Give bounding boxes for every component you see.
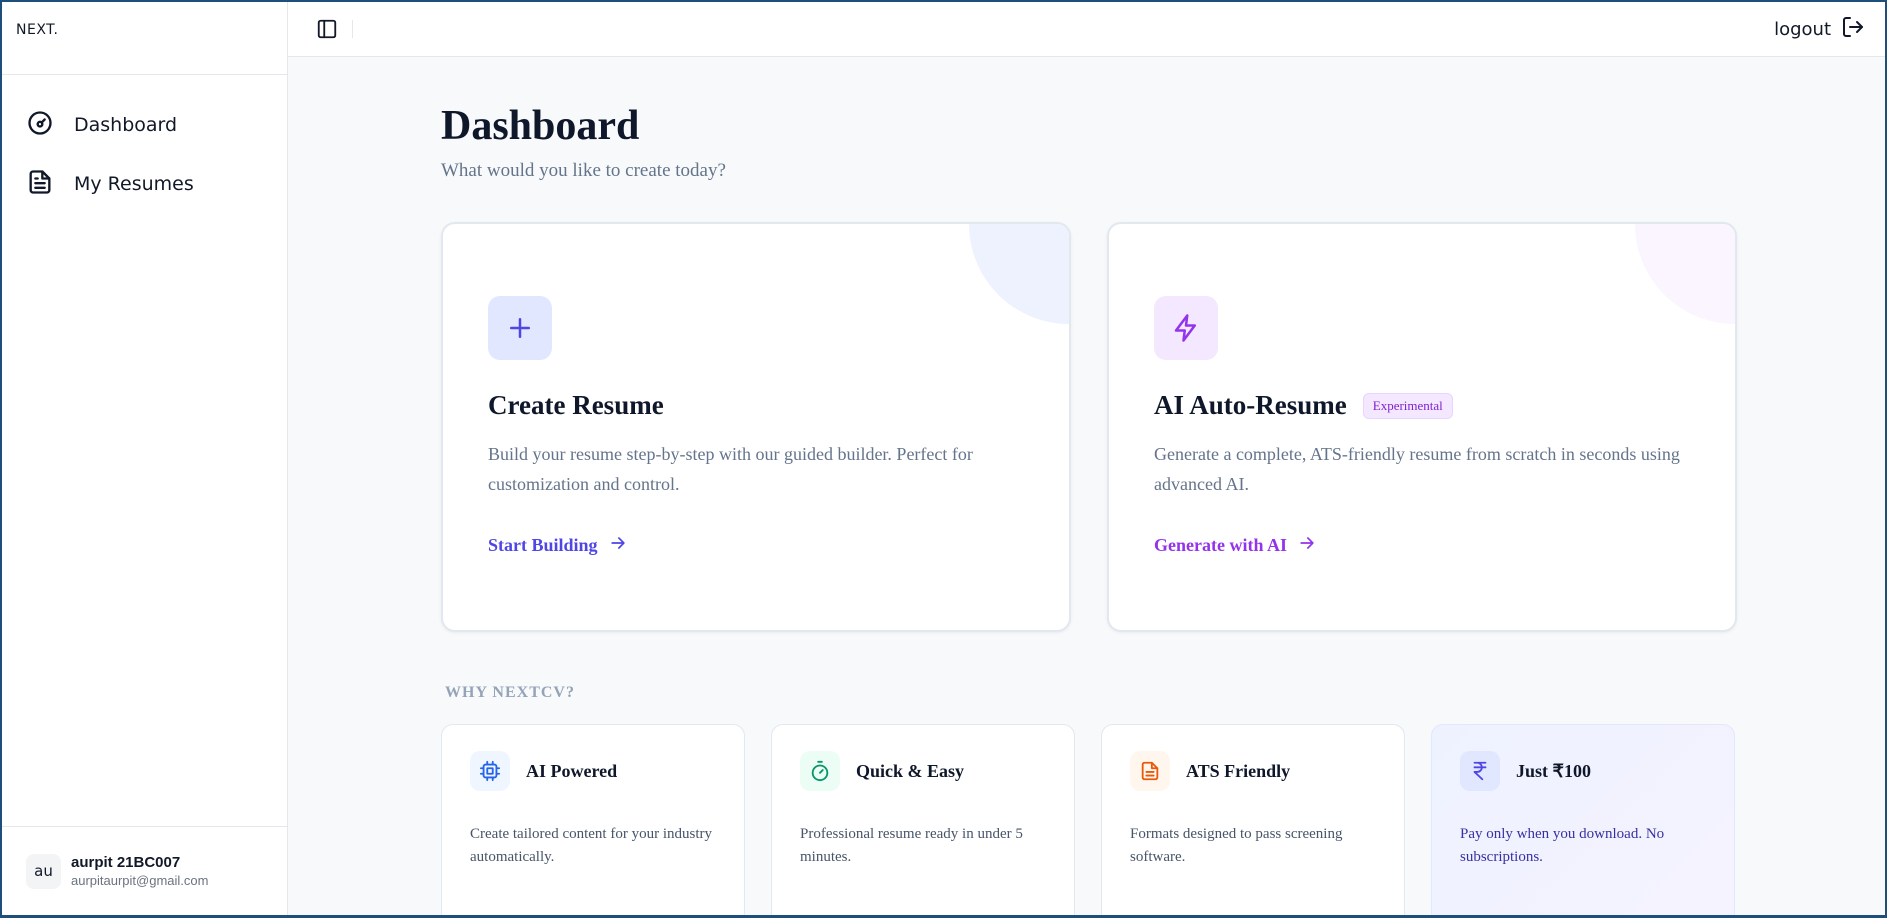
feature-description: Professional resume ready in under 5 min… <box>800 826 1023 865</box>
cpu-icon <box>470 751 510 791</box>
user-name: aurpit 21BC007 <box>71 854 181 871</box>
link-label: Start Building <box>488 535 598 555</box>
ai-auto-resume-card[interactable]: AI Auto-Resume Experimental Generate a c… <box>1107 222 1737 632</box>
arrow-right-icon <box>1297 533 1317 558</box>
sidebar: NEXT. Dashboard My Resumes au aurpit 21B… <box>2 2 288 915</box>
create-resume-card[interactable]: Create Resume Build your resume step-by-… <box>441 222 1071 632</box>
zap-icon <box>1154 296 1218 360</box>
action-cards: Create Resume Build your resume step-by-… <box>441 222 1737 632</box>
feature-description: Pay only when you download. No subscript… <box>1460 826 1665 865</box>
sidebar-item-my-resumes[interactable]: My Resumes <box>26 164 263 204</box>
start-building-link[interactable]: Start Building <box>488 533 628 558</box>
feature-title: Just ₹100 <box>1516 760 1591 781</box>
feature-card-pricing: Just ₹100 Pay only when you download. No… <box>1431 724 1735 915</box>
logout-icon <box>1841 15 1865 44</box>
feature-card-quick-easy: Quick & Easy Professional resume ready i… <box>771 724 1075 915</box>
divider <box>352 20 353 38</box>
logo[interactable]: NEXT. <box>16 22 273 38</box>
main-area: logout Dashboard What would you like to … <box>288 2 1885 915</box>
experimental-badge: Experimental <box>1362 392 1453 419</box>
user-profile[interactable]: au aurpit 21BC007 aurpitaurpit@gmail.com <box>2 826 287 915</box>
feature-card-ai-powered: AI Powered Create tailored content for y… <box>441 724 745 915</box>
feature-card-ats-friendly: ATS Friendly Formats designed to pass sc… <box>1101 724 1405 915</box>
generate-with-ai-link[interactable]: Generate with AI <box>1154 533 1317 558</box>
sidebar-nav: Dashboard My Resumes <box>2 75 287 253</box>
sidebar-item-label: My Resumes <box>74 173 194 195</box>
link-label: Generate with AI <box>1154 535 1287 555</box>
section-label: WHY NEXTCV? <box>445 684 575 701</box>
sidebar-item-dashboard[interactable]: Dashboard <box>26 105 263 145</box>
feature-description: Formats designed to pass screening softw… <box>1130 826 1343 865</box>
feature-title: ATS Friendly <box>1186 760 1291 781</box>
card-description: Build your resume step-by-step with our … <box>488 444 973 494</box>
card-description: Generate a complete, ATS-friendly resume… <box>1154 444 1680 494</box>
logo-bar: NEXT. <box>2 2 287 75</box>
page-title: Dashboard <box>441 103 640 149</box>
card-decoration <box>1635 224 1735 324</box>
file-text-icon <box>26 168 54 201</box>
dashboard-content: Dashboard What would you like to create … <box>441 102 1737 915</box>
logout-label: logout <box>1774 18 1831 40</box>
card-decoration <box>969 224 1069 324</box>
file-icon <box>1130 751 1170 791</box>
sidebar-item-label: Dashboard <box>74 114 178 136</box>
avatar: au <box>26 853 61 889</box>
feature-title: AI Powered <box>526 760 618 781</box>
card-title: Create Resume <box>488 390 664 420</box>
card-title: AI Auto-Resume <box>1154 390 1347 420</box>
page-subtitle: What would you like to create today? <box>441 160 726 181</box>
logout-button[interactable]: logout <box>1774 15 1865 44</box>
feature-title: Quick & Easy <box>856 760 965 781</box>
arrow-right-icon <box>608 533 628 558</box>
features-grid: AI Powered Create tailored content for y… <box>441 724 1737 915</box>
gauge-icon <box>26 109 54 142</box>
sidebar-toggle-icon[interactable] <box>316 18 338 40</box>
topbar: logout <box>288 2 1885 57</box>
plus-icon <box>488 296 552 360</box>
timer-icon <box>800 751 840 791</box>
feature-description: Create tailored content for your industr… <box>470 826 713 865</box>
user-email: aurpitaurpit@gmail.com <box>71 873 209 888</box>
rupee-icon <box>1460 751 1500 791</box>
